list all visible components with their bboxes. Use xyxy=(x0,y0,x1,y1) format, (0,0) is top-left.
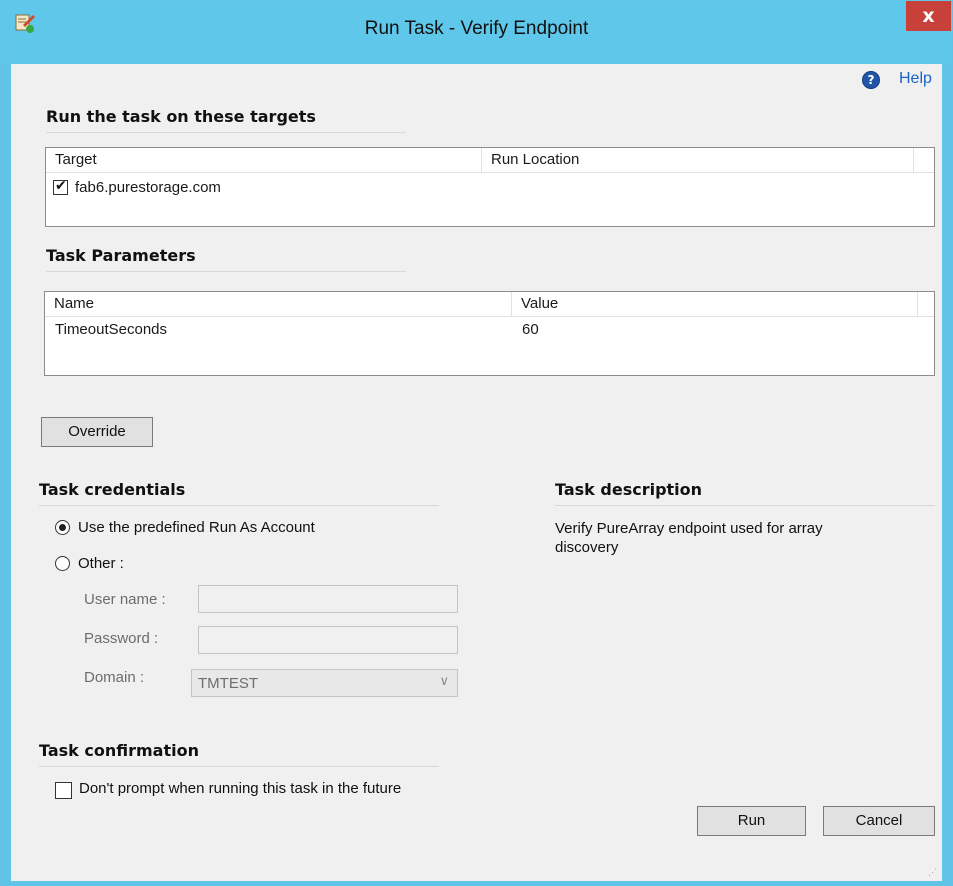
targets-heading: Run the task on these targets xyxy=(46,107,316,126)
column-header-value[interactable]: Value xyxy=(512,292,918,316)
divider xyxy=(46,132,406,133)
divider xyxy=(39,766,439,767)
resize-grip-icon[interactable]: ⋰ xyxy=(928,867,938,877)
targets-list[interactable]: Target Run Location ✔ fab6.purestorage.c… xyxy=(45,147,935,227)
divider xyxy=(39,505,439,506)
parameter-value: 60 xyxy=(522,321,539,338)
title-bar[interactable]: Run Task - Verify Endpoint x xyxy=(1,1,952,64)
parameters-list[interactable]: Name Value TimeoutSeconds 60 xyxy=(44,291,935,376)
parameters-list-header: Name Value xyxy=(45,292,934,317)
help-icon[interactable]: ? xyxy=(862,71,880,89)
domain-label: Domain : xyxy=(84,669,145,686)
close-button[interactable]: x xyxy=(906,1,951,31)
targets-list-header: Target Run Location xyxy=(46,148,934,173)
column-header-target[interactable]: Target xyxy=(46,148,482,172)
checkmark-icon: ✔ xyxy=(55,178,67,194)
confirmation-heading: Task confirmation xyxy=(39,741,199,760)
other-account-label[interactable]: Other : xyxy=(78,555,124,572)
table-row[interactable]: ✔ fab6.purestorage.com xyxy=(53,178,453,199)
other-account-radio[interactable] xyxy=(55,556,70,571)
run-button[interactable]: Run xyxy=(697,806,806,836)
parameters-heading: Task Parameters xyxy=(46,246,196,265)
divider xyxy=(555,505,935,506)
description-heading: Task description xyxy=(555,480,703,499)
password-label: Password : xyxy=(84,630,159,647)
password-field[interactable] xyxy=(198,626,458,654)
predefined-account-label[interactable]: Use the predefined Run As Account xyxy=(78,519,315,536)
divider xyxy=(46,271,406,272)
username-field[interactable] xyxy=(198,585,458,613)
credentials-heading: Task credentials xyxy=(39,480,186,499)
username-label: User name : xyxy=(84,591,166,608)
predefined-account-radio[interactable] xyxy=(55,520,70,535)
help-link[interactable]: Help xyxy=(899,70,932,88)
chevron-down-icon: ∨ xyxy=(439,674,449,689)
task-description-text: Verify PureArray endpoint used for array… xyxy=(555,520,823,556)
override-button[interactable]: Override xyxy=(41,417,153,447)
dont-prompt-checkbox[interactable] xyxy=(55,782,72,799)
domain-value: TMTEST xyxy=(198,675,258,692)
target-checkbox[interactable]: ✔ xyxy=(53,178,68,195)
close-icon: x xyxy=(922,5,935,27)
window-title: Run Task - Verify Endpoint xyxy=(364,18,589,39)
target-name: fab6.purestorage.com xyxy=(75,179,221,196)
column-header-run-location[interactable]: Run Location xyxy=(482,148,914,172)
parameter-name: TimeoutSeconds xyxy=(55,321,168,338)
cancel-button[interactable]: Cancel xyxy=(823,806,935,836)
radio-dot xyxy=(59,524,66,531)
table-row[interactable]: TimeoutSeconds 60 xyxy=(45,319,925,341)
domain-select[interactable]: TMTEST ∨ xyxy=(191,669,458,697)
dont-prompt-label[interactable]: Don't prompt when running this task in t… xyxy=(79,780,401,797)
dialog-window: Run Task - Verify Endpoint x ? Help Run … xyxy=(0,0,953,886)
dialog-body: ? Help Run the task on these targets Tar… xyxy=(11,64,942,881)
column-header-name[interactable]: Name xyxy=(45,292,512,316)
